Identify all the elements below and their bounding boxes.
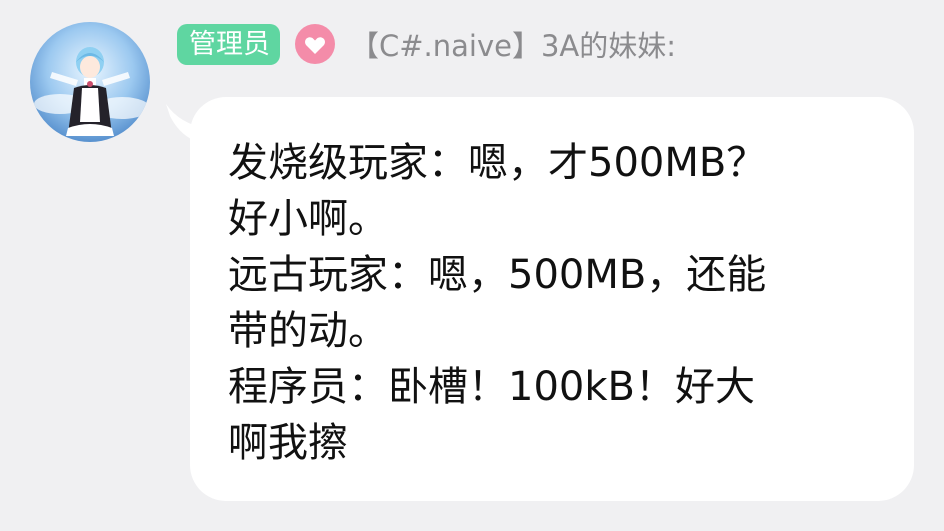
message-bubble[interactable]: 发烧级玩家：嗯，才500MB？ 好小啊。 远古玩家：嗯，500MB，还能 带的动… [190, 97, 914, 501]
message-line: 带的动。 [228, 308, 388, 354]
avatar-image [30, 22, 150, 142]
heart-shield-icon[interactable] [294, 23, 336, 65]
message-line: 啊我擦 [228, 420, 348, 466]
sender-name[interactable]: 【C#.naive】3A的妹妹: [350, 23, 676, 65]
admin-badge: 管理员 [177, 23, 280, 65]
message-line: 远古玩家：嗯，500MB，还能 [228, 252, 767, 298]
message-header: 管理员 【C#.naive】3A的妹妹: [177, 22, 676, 66]
avatar[interactable] [30, 22, 150, 142]
message-line: 好小啊。 [228, 196, 388, 242]
message-text: 发烧级玩家：嗯，才500MB？ 好小啊。 远古玩家：嗯，500MB，还能 带的动… [228, 135, 878, 471]
message-line: 程序员：卧槽！100kB！好大 [228, 364, 755, 410]
message-line: 发烧级玩家：嗯，才500MB？ [228, 140, 767, 186]
